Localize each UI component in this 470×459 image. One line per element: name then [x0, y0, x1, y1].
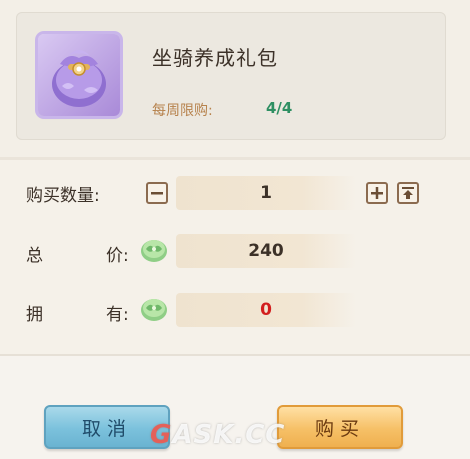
quantity-input[interactable]: 1 — [176, 176, 356, 210]
owned-label-second: 有: — [106, 305, 129, 325]
owned-label-first: 拥 — [26, 305, 43, 325]
owned-value: 0 — [260, 300, 272, 320]
buy-button-label: 购买 — [314, 417, 365, 440]
max-quantity-button[interactable] — [397, 182, 419, 204]
jade-currency-icon — [139, 235, 169, 265]
weekly-limit-label: 每周限购: — [152, 103, 213, 119]
total-price-value: 240 — [248, 241, 284, 261]
total-price-field: 240 — [176, 234, 356, 268]
total-label-second: 价: — [106, 246, 129, 266]
item-title: 坐骑养成礼包 — [152, 46, 278, 70]
jade-currency-icon — [139, 294, 169, 324]
purple-gift-bag-icon — [38, 34, 120, 116]
total-label-first: 总 — [26, 246, 43, 266]
watermark: GASK.CC — [150, 420, 286, 450]
weekly-limit-value: 4/4 — [266, 99, 293, 117]
increase-button[interactable] — [366, 182, 388, 204]
buy-button[interactable]: 购买 — [277, 405, 403, 449]
minus-icon — [151, 192, 163, 195]
quantity-label: 购买数量: — [26, 186, 100, 206]
section-divider — [0, 157, 470, 160]
quantity-value: 1 — [260, 183, 272, 203]
item-card: 坐骑养成礼包 每周限购: 4/4 — [16, 12, 446, 140]
owned-field: 0 — [176, 293, 356, 327]
decrease-button[interactable] — [146, 182, 168, 204]
plus-icon — [371, 187, 383, 199]
cancel-button-label: 取消 — [81, 417, 132, 440]
max-arrow-icon — [402, 187, 414, 199]
